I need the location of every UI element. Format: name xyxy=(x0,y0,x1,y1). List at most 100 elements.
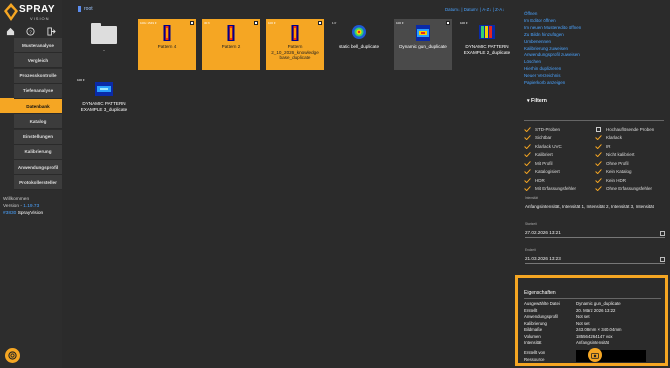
sidebar: SPRAY VISION ? Musteranalyse Vergleich P… xyxy=(0,0,62,368)
file-tile[interactable]: 100 fr Pattern 2_10_2026_knowledge base_… xyxy=(266,19,324,70)
nav-vergleich[interactable]: Vergleich xyxy=(14,53,62,69)
action-assign-profile[interactable]: Anwendungsprofil zuweisen xyxy=(524,52,581,59)
filter-option[interactable]: HDR xyxy=(524,178,595,183)
filter-option[interactable]: Klarlack xyxy=(595,135,666,141)
filter-option[interactable]: Ohne Erfassungsfehler xyxy=(595,186,666,192)
property-key: Kalibrierung xyxy=(524,320,547,326)
action-delete[interactable]: Löschen xyxy=(524,59,581,66)
filter-grid: STD-Proben Hochauflösende Proben Sichtbar K… xyxy=(524,125,666,193)
filter-option[interactable]: Kein HDR xyxy=(595,178,666,183)
support-button[interactable] xyxy=(5,348,20,363)
filter-option[interactable]: Hochauflösende Proben xyxy=(595,126,666,132)
action-list: Öffnen Im Editor öffnen Im neuen Mustere… xyxy=(524,11,581,87)
tile-thumbnail xyxy=(227,25,235,41)
action-open-new-editor[interactable]: Im neuen Musteredito öffnen xyxy=(524,25,581,32)
breadcrumb-root[interactable]: root xyxy=(84,6,93,12)
nav-katalog[interactable]: Katalog xyxy=(14,114,62,130)
home-icon[interactable] xyxy=(4,25,16,37)
action-show-trash[interactable]: Papierkorb anzeigen xyxy=(524,80,581,87)
checkbox-empty[interactable] xyxy=(596,126,601,132)
welcome-text: Willkommen xyxy=(3,197,30,202)
action-rename[interactable]: Umbenennen xyxy=(524,39,581,46)
check-icon xyxy=(595,152,602,158)
sort-za[interactable]: Z-A↓ xyxy=(495,7,504,12)
action-new-directory[interactable]: Neuer Verzeichnis xyxy=(524,73,581,80)
filter-option[interactable]: Kalibriert xyxy=(524,152,595,158)
action-open-editor[interactable]: Im Editor öffnen xyxy=(524,18,581,25)
start-date-field[interactable]: 27.02.2026 13:21 xyxy=(525,230,665,238)
filter-option[interactable]: Ohne Profil xyxy=(595,161,666,166)
select-checkbox[interactable] xyxy=(254,21,258,25)
nav-anwendungsprofil[interactable]: Anwendungsprofil xyxy=(14,160,62,175)
filter-option[interactable]: Mit Erfassungsfehler xyxy=(524,186,595,192)
check-icon xyxy=(524,186,531,192)
breadcrumb[interactable]: root xyxy=(78,6,93,12)
property-value: Not set xyxy=(576,314,590,319)
nav-datenbank[interactable]: Datenbank xyxy=(14,99,62,114)
sort-az[interactable]: A-Z↓ xyxy=(482,7,491,12)
end-date-field[interactable]: 21.03.2026 13:23 xyxy=(525,256,665,264)
tile-count: 1 fr xyxy=(332,21,337,25)
filter-toggle[interactable]: ▾ Filtern xyxy=(527,98,547,104)
nav-protokollersteller[interactable]: Protokollersteller xyxy=(14,175,62,191)
camera-button[interactable] xyxy=(588,348,602,362)
parent-folder-tile[interactable]: .. xyxy=(75,19,133,69)
filter-option[interactable]: IR xyxy=(595,144,666,149)
filter-option[interactable]: Katalogisiert xyxy=(524,169,595,175)
filter-option-label: Nicht kalibriert xyxy=(606,152,635,158)
file-tile[interactable]: 100 fr DYNAMIC PATTERN EXAMPLE 2_duplica… xyxy=(458,19,516,69)
check-icon xyxy=(524,169,531,175)
check-icon xyxy=(524,152,531,158)
file-tile[interactable]: 100 fr DYNAMIC PATTERN EXAMPLE 3_duplica… xyxy=(75,76,133,126)
sort-date-asc[interactable]: Datum↑ xyxy=(464,7,479,12)
app-name: SprayVision xyxy=(17,211,44,216)
filter-option[interactable]: Sichtbar xyxy=(524,135,595,141)
folder-icon xyxy=(91,23,117,44)
sort-options: Datum↓ | Datum↑ | A-Z↓ | Z-A↓ xyxy=(445,7,505,12)
calendar-icon[interactable] xyxy=(660,231,665,236)
file-tile-selected[interactable]: 100 fr Dynamic gun_duplicate xyxy=(394,19,452,70)
sort-date-desc[interactable]: Datum↓ xyxy=(445,7,460,12)
check-icon xyxy=(524,177,531,183)
action-open[interactable]: Öffnen xyxy=(524,11,581,18)
filter-row: Sichtbar Klarlack xyxy=(524,134,666,143)
select-checkbox[interactable] xyxy=(446,21,450,25)
filter-option-label: Katalogisiert xyxy=(535,169,560,175)
calendar-icon[interactable] xyxy=(660,257,665,262)
nav-tiefenanalyse[interactable]: Tiefenanalyse xyxy=(14,83,62,99)
nav-kalibrierung[interactable]: Kalibrierung xyxy=(14,144,62,160)
end-date-value: 21.03.2026 13:23 xyxy=(525,256,561,261)
action-assign-calibration[interactable]: Kalibrierung zuweisen xyxy=(524,46,581,53)
filter-row: Klarlack UVC IR xyxy=(524,142,666,151)
select-checkbox[interactable] xyxy=(190,21,194,25)
select-checkbox[interactable] xyxy=(318,21,322,25)
logout-icon[interactable] xyxy=(46,25,58,37)
property-row: Intensität Anfangsintensität xyxy=(524,340,609,345)
intensity-label: Intensität xyxy=(525,196,538,200)
filter-option[interactable]: STD-Proben xyxy=(524,127,595,132)
tile-count: 100 fr xyxy=(396,21,404,25)
filter-option-label: IR xyxy=(606,143,611,149)
tile-thumbnail xyxy=(95,82,113,96)
filter-option[interactable]: Kein Katalog xyxy=(595,169,666,175)
filter-option[interactable]: Klarlack UVC xyxy=(524,144,595,149)
nav-prozesskontrolle[interactable]: Prozesskontrolle xyxy=(14,68,62,84)
tile-thumbnail xyxy=(352,25,366,39)
action-add-to-images[interactable]: Zu Bildn hinzufügen xyxy=(524,32,581,39)
file-tile[interactable]: 30 fr Pattern 2 xyxy=(202,19,260,70)
intensity-select[interactable]: Anfangsintensität, Intensität 1, Intensi… xyxy=(525,204,667,209)
action-duplicate-here[interactable]: Hierhin duplizieren xyxy=(524,66,581,73)
filter-option[interactable]: Nicht kalibriert xyxy=(595,152,666,158)
nav-musteranalyse[interactable]: Musteranalyse xyxy=(14,38,62,53)
tile-label: DYNAMIC PATTERN EXAMPLE 2_duplicate xyxy=(463,44,511,55)
file-tile[interactable]: 100x 1549 fr Pattern 4 xyxy=(138,19,196,70)
check-icon xyxy=(595,186,602,192)
tile-count: 100 fr xyxy=(460,21,468,25)
filter-option[interactable]: Mit Profil xyxy=(524,161,595,166)
nav-einstellungen[interactable]: Einstellungen xyxy=(14,129,62,145)
file-tile[interactable]: 1 fr static bell_duplicate xyxy=(330,19,388,69)
folder-icon xyxy=(78,6,81,12)
help-icon[interactable]: ? xyxy=(25,25,37,37)
check-icon xyxy=(524,126,531,132)
main-area: root Datum↓ | Datum↑ | A-Z↓ | Z-A↓ .. 10… xyxy=(62,0,670,368)
